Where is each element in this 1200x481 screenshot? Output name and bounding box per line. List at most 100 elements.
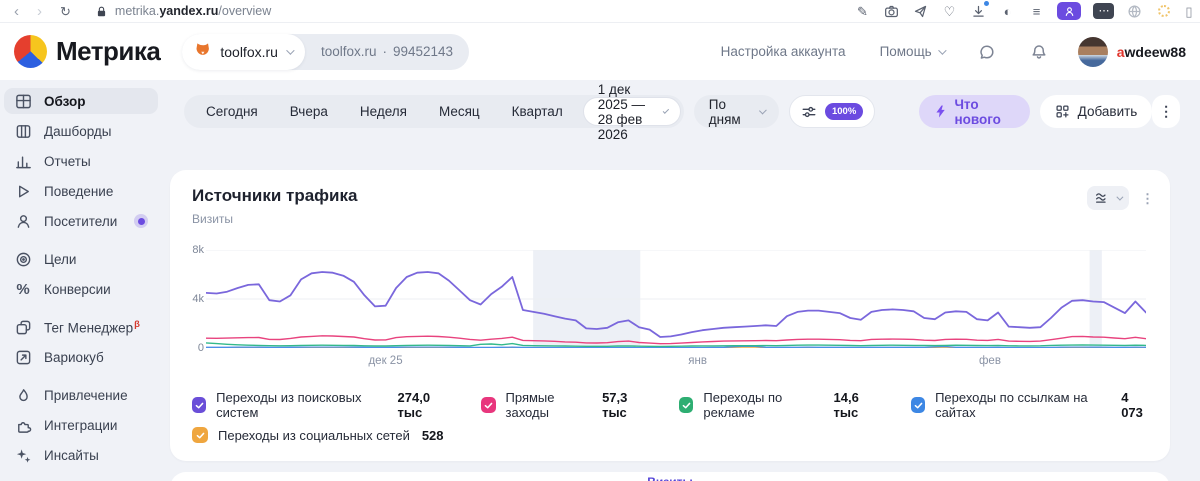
sliders-icon <box>802 106 816 117</box>
sidebar-item-attraction[interactable]: Привлечение <box>4 382 158 408</box>
sidebar-item-label: Цели <box>44 251 77 267</box>
sidebar-item-visitors[interactable]: Посетители <box>4 208 158 234</box>
send-icon[interactable] <box>912 3 929 20</box>
counter-domain: toolfox.ru <box>220 43 278 60</box>
sidebar-item-label: Поведение <box>44 183 114 199</box>
range-button[interactable]: Квартал <box>496 104 579 119</box>
line-chart[interactable] <box>206 250 1146 348</box>
legend-value: 57,3 тыс <box>602 390 628 420</box>
product-name: Метрика <box>56 36 161 66</box>
sidebar-item-insights[interactable]: Инсайты <box>4 442 158 468</box>
more-icon[interactable]: ⋯ <box>1093 3 1114 19</box>
next-widget-clipped: Визиты <box>170 472 1170 481</box>
clipped-icon[interactable]: ▯ <box>1184 3 1194 20</box>
x-tick-label: янв <box>688 355 707 367</box>
sidebar-item-label: Вариокуб <box>44 349 104 365</box>
compose-icon[interactable]: ✎ <box>854 3 871 20</box>
bolt-icon <box>936 105 946 118</box>
globe-icon[interactable] <box>1126 3 1143 20</box>
legend-item[interactable]: Прямые заходы 57,3 тыс <box>481 390 649 420</box>
attraction-icon <box>14 386 32 404</box>
legend-label: Прямые заходы <box>505 390 555 420</box>
chevron-down-icon <box>937 45 947 55</box>
legend-checkbox[interactable] <box>679 397 694 413</box>
sidebar-item-conversions[interactable]: % Конверсии <box>4 276 158 302</box>
range-button[interactable]: Неделя <box>344 104 423 119</box>
integrations-icon <box>14 416 32 434</box>
address-bar[interactable]: metrika.yandex.ru/overview <box>95 4 271 18</box>
chat-icon[interactable] <box>978 43 996 61</box>
sidebar-item-integrations[interactable]: Интеграции <box>4 412 158 438</box>
range-button[interactable]: Сегодня <box>190 104 274 119</box>
legend-item[interactable]: Переходы по рекламе 14,6 тыс <box>679 390 881 420</box>
sidebar-item-label: Инсайты <box>44 447 99 463</box>
browser-back-button[interactable]: ‹ <box>14 4 19 19</box>
bell-icon[interactable] <box>1030 43 1048 61</box>
app-header: Метрика toolfox.ru toolfox.ru · 99452143 Н… <box>0 23 1200 80</box>
sidebar-item-behavior[interactable]: Поведение <box>4 178 158 204</box>
granularity-dropdown[interactable]: По дням <box>693 95 779 128</box>
range-button[interactable]: Вчера <box>274 104 344 119</box>
beta-badge: β <box>134 318 140 330</box>
sidebar-item-variocube[interactable]: Вариокуб <box>4 344 158 370</box>
legend-checkbox[interactable] <box>481 397 496 413</box>
camera-icon[interactable] <box>883 3 900 20</box>
widget-subtitle: Визиты <box>192 212 234 226</box>
legend-checkbox[interactable] <box>192 427 208 443</box>
fox-favicon-icon <box>195 41 212 63</box>
notification-dot <box>134 214 148 228</box>
sidebar-item-tag-manager[interactable]: Тег Менеджерβ <box>4 314 158 340</box>
download-icon[interactable] <box>970 0 989 20</box>
profile-icon[interactable] <box>1057 2 1081 20</box>
main-content: Сегодня Вчера Неделя Месяц Квартал 1 дек 2025… <box>168 80 1200 481</box>
sidebar-item-dashboards[interactable]: Дашборды <box>4 118 158 144</box>
conversions-icon: % <box>16 280 30 298</box>
legend-item[interactable]: Переходы из поисковых систем 274,0 тыс <box>192 390 451 420</box>
sidebar-item-label: Посетители <box>44 213 118 229</box>
help-menu[interactable]: Помощь <box>880 44 947 59</box>
whats-new-button[interactable]: Что нового <box>919 95 1030 128</box>
counter-dropdown[interactable]: toolfox.ru <box>182 33 305 70</box>
range-button[interactable]: Месяц <box>423 104 496 119</box>
contrast-icon[interactable]: ◐ <box>999 3 1016 20</box>
heart-icon[interactable]: ♡ <box>941 3 958 20</box>
sidebar-item-label: Тег Менеджерβ <box>44 318 140 336</box>
legend-checkbox[interactable] <box>910 397 926 413</box>
sidebar-item-label: Конверсии <box>44 281 111 297</box>
sidebar-item-goals[interactable]: Цели <box>4 246 158 272</box>
x-tick-label: дек 25 <box>368 355 403 367</box>
legend-item[interactable]: Переходы из социальных сетей 528 <box>192 427 444 443</box>
sidebar-item-overview-grid[interactable]: Обзор <box>4 88 158 114</box>
browser-reload-button[interactable]: ↻ <box>60 5 71 18</box>
legend-item[interactable]: Переходы по ссылкам на сайтах 4 073 <box>910 390 1150 420</box>
toolbar: Сегодня Вчера Неделя Месяц Квартал 1 дек 2025… <box>184 82 1180 142</box>
spinner-icon[interactable] <box>1155 3 1172 20</box>
metrika-logo[interactable]: Метрика <box>0 35 161 68</box>
menu-icon[interactable]: ≡ <box>1028 3 1045 20</box>
legend-value: 4 073 <box>1121 390 1143 420</box>
chevron-down-icon <box>759 106 767 114</box>
y-tick-label: 4k <box>192 293 204 305</box>
sampling-button[interactable]: 100% <box>788 95 876 128</box>
add-widget-button[interactable]: Добавить <box>1039 95 1153 128</box>
legend-value: 528 <box>421 427 444 443</box>
chart-type-dropdown[interactable] <box>1087 186 1129 210</box>
date-range-picker[interactable]: 1 дек 2025 — 28 фев 2026 <box>582 82 681 142</box>
chevron-down-icon <box>286 45 295 55</box>
visitors-icon <box>14 212 32 230</box>
series-line <box>206 335 1146 345</box>
username[interactable]: awdeew88 <box>1117 44 1186 60</box>
notification-dot <box>984 0 989 6</box>
browser-extensions-row: ✎ ♡ ◐ ≡ ⋯ ▯ <box>854 0 1200 20</box>
widget-title: Источники трафика <box>192 186 358 205</box>
insights-icon <box>14 446 32 464</box>
browser-forward-button[interactable]: › <box>37 4 42 19</box>
sidebar-item-reports[interactable]: Отчеты <box>4 148 158 174</box>
toolbar-kebab-menu[interactable]: ⋮ <box>1152 95 1180 128</box>
legend-checkbox[interactable] <box>192 397 207 413</box>
counter-selector[interactable]: toolfox.ru toolfox.ru · 99452143 <box>182 33 470 70</box>
user-avatar[interactable] <box>1077 36 1108 67</box>
account-settings-link[interactable]: Настройка аккаунта <box>721 44 846 59</box>
widget-kebab-menu[interactable]: ⋮ <box>1141 192 1154 205</box>
traffic-sources-widget: Источники трафика Визиты ⋮ 8k 4k 0 дек 25 я… <box>170 170 1170 461</box>
